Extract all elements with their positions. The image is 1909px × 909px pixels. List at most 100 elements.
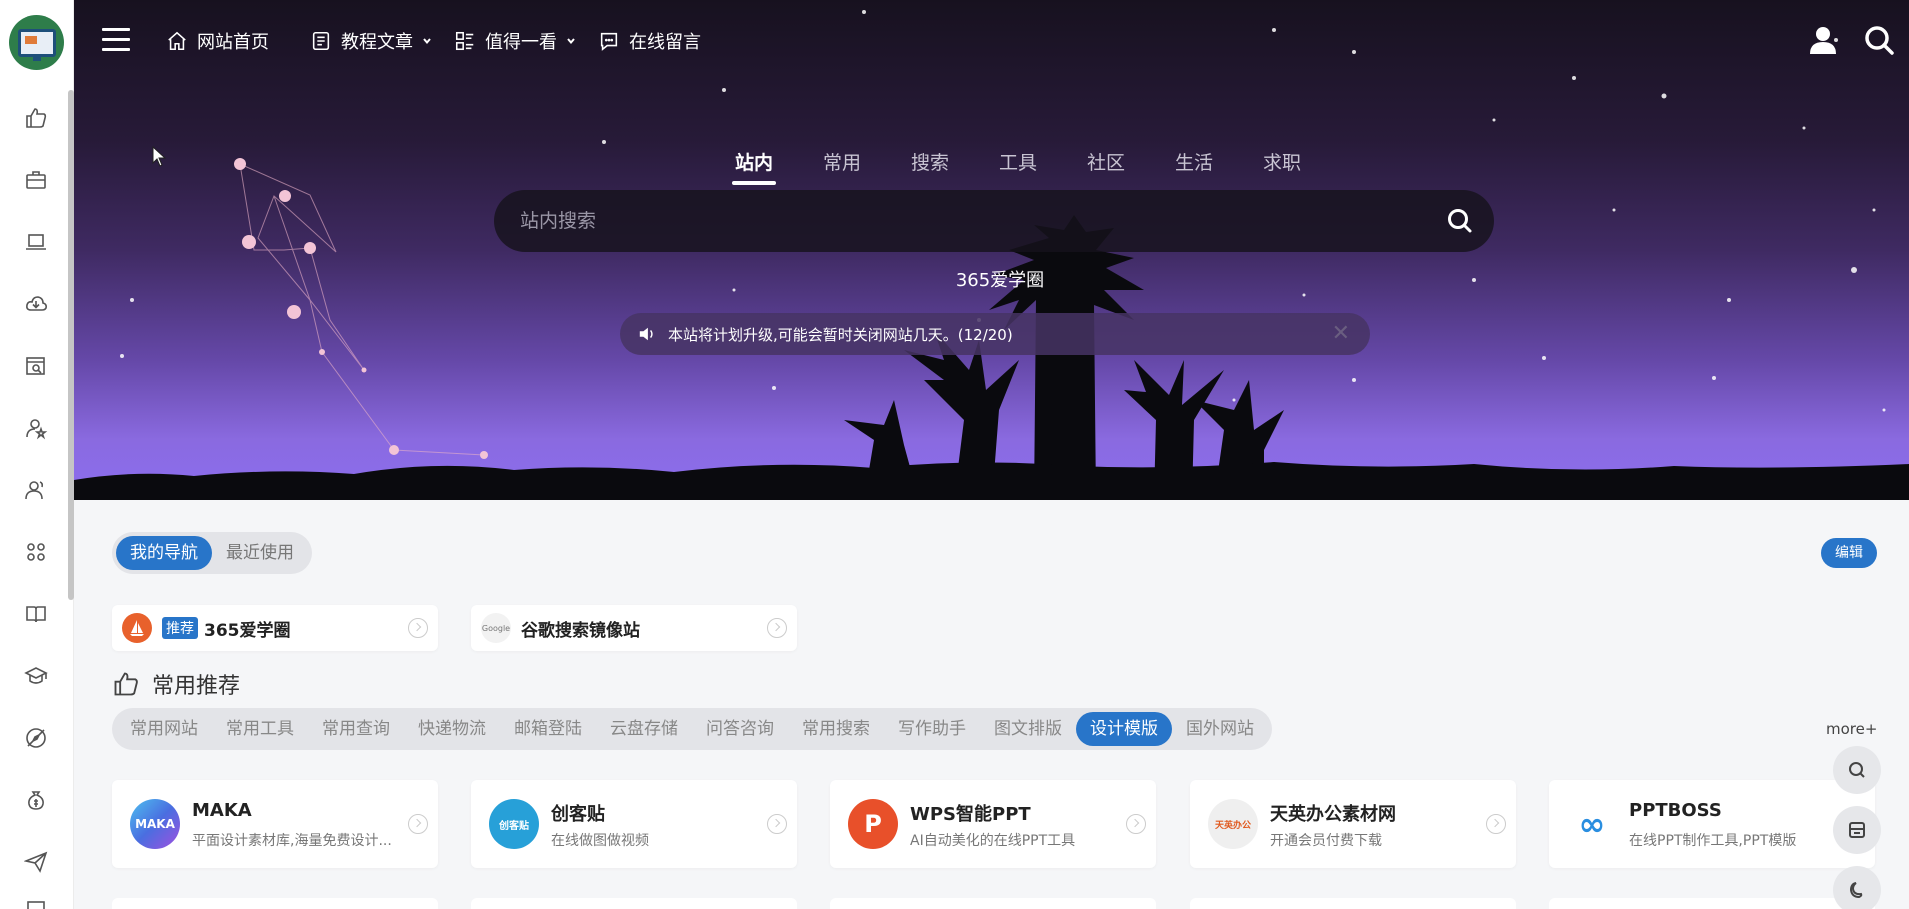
nav-item-label: 值得一看 (485, 32, 557, 53)
cloud-download-icon[interactable] (22, 290, 50, 318)
site-card[interactable] (1190, 898, 1516, 909)
site-desc: 开通会员付费下载 (1270, 833, 1382, 849)
search-input[interactable] (520, 190, 1420, 252)
chevron-down-icon (423, 38, 431, 45)
site-desc: 平面设计素材库,海量免费设计... (192, 833, 392, 849)
users-icon[interactable] (22, 476, 50, 504)
site-card[interactable] (471, 898, 797, 909)
site-card[interactable] (112, 898, 438, 909)
site-card[interactable]: 天英办公 天英办公素材网 开通会员付费下载 (1190, 780, 1516, 868)
site-name: 创客贴 (551, 804, 605, 825)
nav-item-tutorials[interactable]: 教程文章 (310, 26, 432, 56)
arrow-right-icon (408, 814, 428, 834)
nav-item-worth-reading[interactable]: 值得一看 (454, 26, 576, 56)
tab-writing[interactable]: 写作助手 (884, 712, 980, 746)
site-name-text: 365爱学圈 (955, 270, 1045, 291)
my-nav-card[interactable]: 推荐 365爱学圈 (112, 605, 438, 651)
site-card[interactable]: P WPS智能PPT AI自动美化的在线PPT工具 (830, 780, 1156, 868)
search-tabs: 站内 常用 搜索 工具 社区 生活 求职 (710, 148, 1326, 185)
site-logo: P (848, 799, 898, 849)
sailboat-logo (122, 613, 152, 643)
tab-common-query[interactable]: 常用查询 (308, 712, 404, 746)
search-document-icon[interactable] (22, 352, 50, 380)
nav-item-label: 网站首页 (197, 32, 269, 53)
site-card[interactable]: ∞ PPTBOSS 在线PPT制作工具,PPT模版 (1549, 780, 1875, 868)
tab-common-tools[interactable]: 常用工具 (212, 712, 308, 746)
user-star-icon[interactable] (22, 414, 50, 442)
google-logo: Google (481, 613, 511, 643)
site-card[interactable] (830, 898, 1156, 909)
home-icon (168, 31, 186, 51)
chevron-down-icon (567, 38, 575, 45)
search-tab-jobs[interactable]: 求职 (1238, 148, 1326, 175)
nav-item-guestbook[interactable]: 在线留言 (598, 26, 701, 56)
arrow-right-icon (767, 618, 787, 638)
tab-cloud[interactable]: 云盘存储 (596, 712, 692, 746)
search-tab-common[interactable]: 常用 (798, 148, 886, 175)
card-title: 365爱学圈 (204, 620, 291, 641)
more-icon[interactable] (22, 898, 50, 909)
float-calculator-button[interactable] (1833, 806, 1881, 854)
search-tab-community[interactable]: 社区 (1062, 148, 1150, 175)
document-icon (312, 31, 330, 51)
search-tab-site[interactable]: 站内 (710, 148, 798, 185)
search-tab-search[interactable]: 搜索 (886, 148, 974, 175)
menu-toggle-icon[interactable] (102, 28, 130, 52)
float-dark-mode-button[interactable] (1833, 866, 1881, 909)
more-link[interactable]: more+ (1826, 720, 1877, 738)
compass-off-icon[interactable] (22, 724, 50, 752)
tab-email[interactable]: 邮箱登陆 (500, 712, 596, 746)
tab-recent[interactable]: 最近使用 (212, 536, 308, 570)
site-logo: ∞ (1567, 799, 1617, 849)
site-card[interactable] (1549, 898, 1875, 909)
sidebar-scrollbar[interactable] (68, 90, 74, 600)
site-card[interactable]: 创客贴 创客贴 在线做图做视频 (471, 780, 797, 868)
briefcase-icon[interactable] (22, 166, 50, 194)
tab-qa[interactable]: 问答咨询 (692, 712, 788, 746)
search-icon[interactable] (1863, 24, 1895, 56)
tab-common-search[interactable]: 常用搜索 (788, 712, 884, 746)
site-name: PPTBOSS (1629, 800, 1722, 821)
book-icon[interactable] (22, 600, 50, 628)
money-bag-icon[interactable] (22, 786, 50, 814)
thumbs-up-icon (114, 672, 138, 696)
calculator-icon (1849, 822, 1865, 838)
tab-design-templates[interactable]: 设计模版 (1076, 712, 1172, 746)
my-nav-toggle: 我的导航 最近使用 (112, 532, 312, 574)
moon-icon (1849, 882, 1863, 899)
close-icon[interactable]: ✕ (1332, 323, 1350, 345)
site-card[interactable]: MAKA MAKA 平面设计素材库,海量免费设计... (112, 780, 438, 868)
laptop-icon[interactable] (22, 228, 50, 256)
site-name: WPS智能PPT (910, 804, 1031, 825)
my-nav-card[interactable]: Google 谷歌搜索镜像站 (471, 605, 797, 651)
tab-layout[interactable]: 图文排版 (980, 712, 1076, 746)
grid-apps-icon[interactable] (22, 538, 50, 566)
user-icon[interactable] (1807, 24, 1839, 56)
site-desc: 在线PPT制作工具,PPT模版 (1629, 833, 1797, 849)
site-desc: AI自动美化的在线PPT工具 (910, 833, 1076, 849)
search-tab-life[interactable]: 生活 (1150, 148, 1238, 175)
notice-text: 本站将计划升级,可能会暂时关闭网站几天。(12/20) (668, 325, 1013, 344)
tab-common-sites[interactable]: 常用网站 (116, 712, 212, 746)
site-logo: 创客贴 (489, 799, 539, 849)
float-search-button[interactable] (1833, 746, 1881, 794)
nav-item-home[interactable]: 网站首页 (166, 26, 269, 56)
arrow-right-icon (767, 814, 787, 834)
search-tab-tools[interactable]: 工具 (974, 148, 1062, 175)
edit-button[interactable]: 编辑 (1821, 538, 1877, 568)
search-icon (1849, 762, 1865, 778)
speaker-icon (639, 327, 653, 341)
left-sidebar (0, 0, 74, 909)
tab-express[interactable]: 快递物流 (404, 712, 500, 746)
site-logo: MAKA (130, 799, 180, 849)
card-title: 谷歌搜索镜像站 (521, 620, 640, 641)
site-logo[interactable] (9, 15, 64, 70)
tab-my-nav[interactable]: 我的导航 (116, 536, 212, 570)
graduation-cap-icon[interactable] (22, 662, 50, 690)
arrow-right-icon (1486, 814, 1506, 834)
list-icon (455, 31, 474, 51)
thumbs-up-icon[interactable] (22, 104, 50, 132)
tab-foreign[interactable]: 国外网站 (1172, 712, 1268, 746)
search-submit-icon[interactable] (1446, 207, 1474, 235)
paper-plane-icon[interactable] (22, 848, 50, 876)
